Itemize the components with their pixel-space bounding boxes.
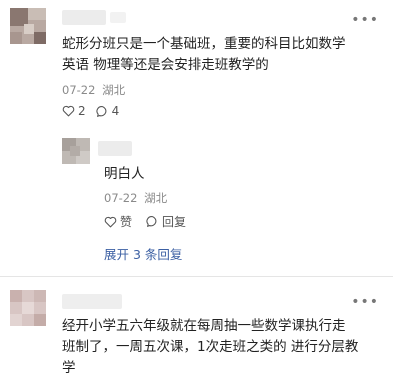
username-blurred-2 [110,12,126,23]
reply-text-content: 明白人 [104,166,145,182]
like-label: 赞 [120,215,133,229]
reply-date: 07-22 [104,191,138,205]
comment-divider [0,276,393,277]
comment-text: 蛇形分班只是一个基础班，重要的科目比如数学 英语 物理等还是会安排走班教学的 [62,34,382,76]
like-button[interactable]: 2 [62,104,86,118]
username-blurred[interactable] [62,294,122,309]
comment-bubble-icon [146,216,157,227]
username-blurred[interactable] [62,10,106,25]
reply-actions: 赞 回复 [104,213,196,230]
reply-label: 回复 [162,215,187,229]
comment-meta: 07-22 湖北 [62,82,125,98]
comment-text: 经开小学五六年级就在每周抽一些数学课执行走 班制了，一周五次课，1次走班之类的 … [62,316,382,379]
heart-icon [62,105,75,117]
comment-actions: 2 4 [62,104,129,118]
reply-user-avatar[interactable] [62,138,90,164]
reply-button[interactable]: 4 [96,104,120,118]
reply-location: 湖北 [144,191,168,205]
comment-text-line: 英语 物理等还是会安排走班教学的 [62,57,269,73]
like-count: 2 [78,104,86,118]
user-avatar-2[interactable] [10,290,46,326]
reply-reply-button[interactable]: 回复 [146,213,186,230]
comment-text-line: 学 [62,360,76,376]
comment-location: 湖北 [102,83,126,97]
comment-date: 07-22 [62,83,96,97]
comment-text-line: 蛇形分班只是一个基础班，重要的科目比如数学 [62,36,346,52]
reply-text: 明白人 [104,164,145,185]
comment-feed: ••• 蛇形分班只是一个基础班，重要的科目比如数学 英语 物理等还是会安排走班教… [0,0,393,382]
reply-meta: 07-22 湖北 [104,190,167,206]
more-options-icon[interactable]: ••• [351,294,379,310]
expand-replies-link[interactable]: 展开 3 条回复 [104,244,182,263]
reply-username-blurred[interactable] [98,141,132,156]
heart-icon [104,216,117,227]
reply-like-button[interactable]: 赞 [104,213,132,230]
reply-count: 4 [111,104,120,118]
more-options-icon[interactable]: ••• [351,12,379,28]
comment-bubble-icon [96,105,106,117]
comment-text-line: 班制了，一周五次课，1次走班之类的 进行分层教 [62,339,359,355]
comment-text-line: 经开小学五六年级就在每周抽一些数学课执行走 [62,318,346,334]
user-avatar[interactable] [10,8,46,44]
